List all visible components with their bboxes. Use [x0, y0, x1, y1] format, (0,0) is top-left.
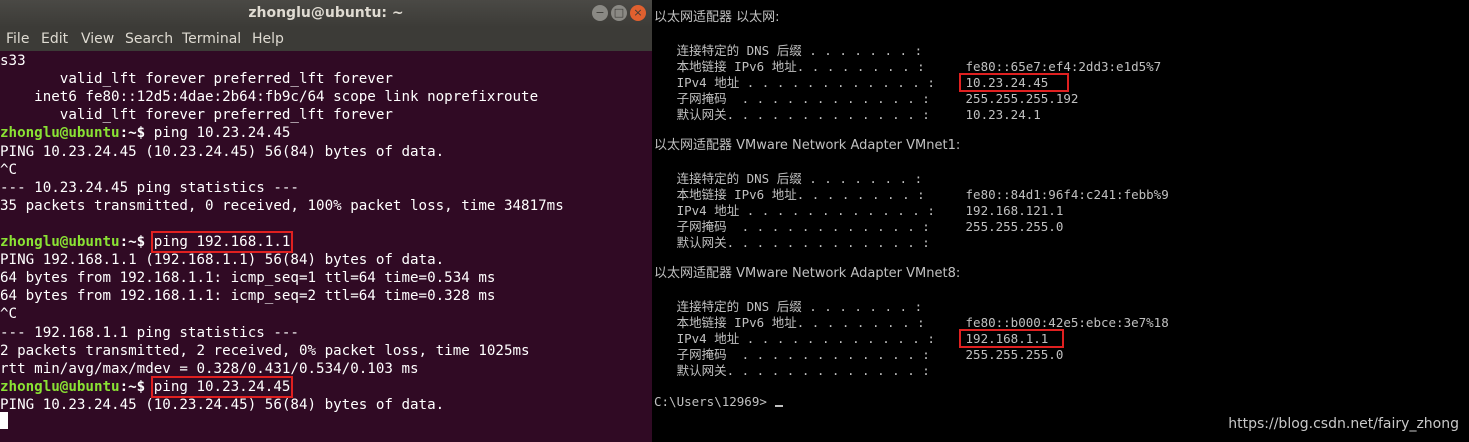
adapter-field-value: 255.255.255.0 — [958, 219, 1064, 234]
adapter-field-label: IPv4 地址 . . . . . . . . . . . . : — [654, 331, 935, 346]
adapter-field-label: 本地链接 IPv6 地址. . . . . . . . : — [654, 187, 925, 202]
window-title: zhonglu@ubuntu: ~ — [248, 5, 404, 21]
prompt-path: :~$ — [119, 125, 154, 142]
terminal-output[interactable]: s33 valid_lft forever preferred_lft fore… — [0, 51, 652, 442]
output-line: PING 10.23.24.45 (10.23.24.45) 56(84) by… — [0, 143, 445, 160]
prompt-line: zhonglu@ubuntu:~$ ping 10.23.24.45 — [0, 124, 290, 142]
prompt-path: :~$ — [119, 234, 154, 250]
cmd-prompt[interactable]: C:\Users\12969> — [654, 394, 767, 410]
prompt-user-host: zhonglu@ubuntu — [0, 234, 120, 250]
adapter-field-value: 255.255.255.192 — [958, 91, 1079, 106]
adapter-field-value: 255.255.255.0 — [958, 347, 1064, 362]
close-button[interactable]: × — [630, 5, 646, 21]
highlight-box — [959, 329, 1064, 348]
output-line: 64 bytes from 192.168.1.1: icmp_seq=1 tt… — [0, 270, 496, 287]
adapter-field-label: 本地链接 IPv6 地址. . . . . . . . : — [654, 59, 925, 74]
adapter-field-label: 子网掩码 . . . . . . . . . . . . : — [654, 347, 930, 362]
output-line: --- 192.168.1.1 ping statistics --- — [0, 324, 299, 341]
adapter-header: 以太网适配器 VMware Network Adapter VMnet8: — [654, 266, 961, 281]
output-line: valid_lft forever preferred_lft forever — [0, 107, 393, 124]
menu-file[interactable]: File — [6, 31, 29, 47]
menu-edit[interactable]: Edit — [41, 31, 68, 47]
output-line: 35 packets transmitted, 0 received, 100%… — [0, 197, 564, 214]
output-line: PING 192.168.1.1 (192.168.1.1) 56(84) by… — [0, 252, 445, 269]
adapter-header: 以太网适配器 以太网: — [654, 10, 780, 25]
output-line: PING 10.23.24.45 (10.23.24.45) 56(84) by… — [0, 396, 445, 413]
output-line: s33 — [0, 53, 26, 69]
menu-search[interactable]: Search — [125, 31, 173, 47]
adapter-field-label: 子网掩码 . . . . . . . . . . . . : — [654, 219, 930, 234]
terminal-titlebar[interactable]: zhonglu@ubuntu: ~ − □ × — [0, 0, 652, 27]
command-text: ping 10.23.24.45 — [153, 125, 291, 142]
ubuntu-terminal-window[interactable]: zhonglu@ubuntu: ~ − □ × File Edit View S… — [0, 0, 652, 442]
command-text: ping 192.168.1.1 — [150, 231, 294, 253]
output-line: ^C — [0, 306, 18, 323]
prompt-path: :~$ — [119, 378, 154, 395]
prompt-line: zhonglu@ubuntu:~$ ping 10.23.24.45 — [0, 375, 294, 398]
prompt-line: zhonglu@ubuntu:~$ ping 192.168.1.1 — [0, 231, 294, 253]
command-text: ping 10.23.24.45 — [150, 375, 294, 398]
output-line: --- 10.23.24.45 ping statistics --- — [0, 179, 299, 196]
adapter-field-label: 默认网关. . . . . . . . . . . . . : — [654, 363, 930, 378]
adapter-field-value: fe80::84d1:96f4:c241:febb%9 — [958, 187, 1169, 202]
watermark: https://blog.csdn.net/fairy_zhong — [1228, 416, 1459, 432]
terminal-menubar: File Edit View Search Terminal Help — [0, 27, 652, 51]
adapter-field-label: IPv4 地址 . . . . . . . . . . . . : — [654, 75, 935, 90]
adapter-field-label: 连接特定的 DNS 后缀 . . . . . . . : — [654, 299, 923, 314]
adapter-header: 以太网适配器 VMware Network Adapter VMnet1: — [654, 138, 961, 153]
adapter-field-value: 192.168.121.1 — [958, 203, 1064, 218]
adapter-field-label: 本地链接 IPv6 地址. . . . . . . . : — [654, 315, 925, 330]
adapter-field-label: 默认网关. . . . . . . . . . . . . : — [654, 107, 930, 122]
maximize-button[interactable]: □ — [611, 5, 627, 21]
prompt-user-host: zhonglu@ubuntu — [0, 378, 120, 395]
output-line: ^C — [0, 161, 18, 178]
menu-view[interactable]: View — [81, 31, 114, 47]
adapter-field-label: 子网掩码 . . . . . . . . . . . . : — [654, 91, 930, 106]
menu-terminal[interactable]: Terminal — [182, 31, 241, 47]
output-line: valid_lft forever preferred_lft forever — [0, 71, 393, 88]
windows-cmd-window[interactable]: 以太网适配器 以太网: 连接特定的 DNS 后缀 . . . . . . . :… — [652, 0, 1469, 442]
adapter-field-label: 连接特定的 DNS 后缀 . . . . . . . : — [654, 171, 923, 186]
prompt-user-host: zhonglu@ubuntu — [0, 125, 120, 142]
adapter-field-label: 连接特定的 DNS 后缀 . . . . . . . : — [654, 43, 923, 58]
adapter-field-label: 默认网关. . . . . . . . . . . . . : — [654, 235, 930, 250]
menu-help[interactable]: Help — [252, 31, 284, 47]
adapter-field-label: IPv4 地址 . . . . . . . . . . . . : — [654, 203, 935, 218]
output-line: 2 packets transmitted, 2 received, 0% pa… — [0, 342, 530, 359]
output-line: 64 bytes from 192.168.1.1: icmp_seq=2 tt… — [0, 288, 496, 305]
highlight-box — [959, 73, 1069, 92]
adapter-field-value: 10.23.24.1 — [958, 107, 1041, 122]
minimize-button[interactable]: − — [592, 5, 608, 21]
output-line: inet6 fe80::12d5:4dae:2b64:fb9c/64 scope… — [0, 89, 539, 106]
cmd-cursor — [775, 405, 783, 407]
output-line: rtt min/avg/max/mdev = 0.328/0.431/0.534… — [0, 360, 419, 377]
terminal-cursor — [0, 412, 8, 429]
